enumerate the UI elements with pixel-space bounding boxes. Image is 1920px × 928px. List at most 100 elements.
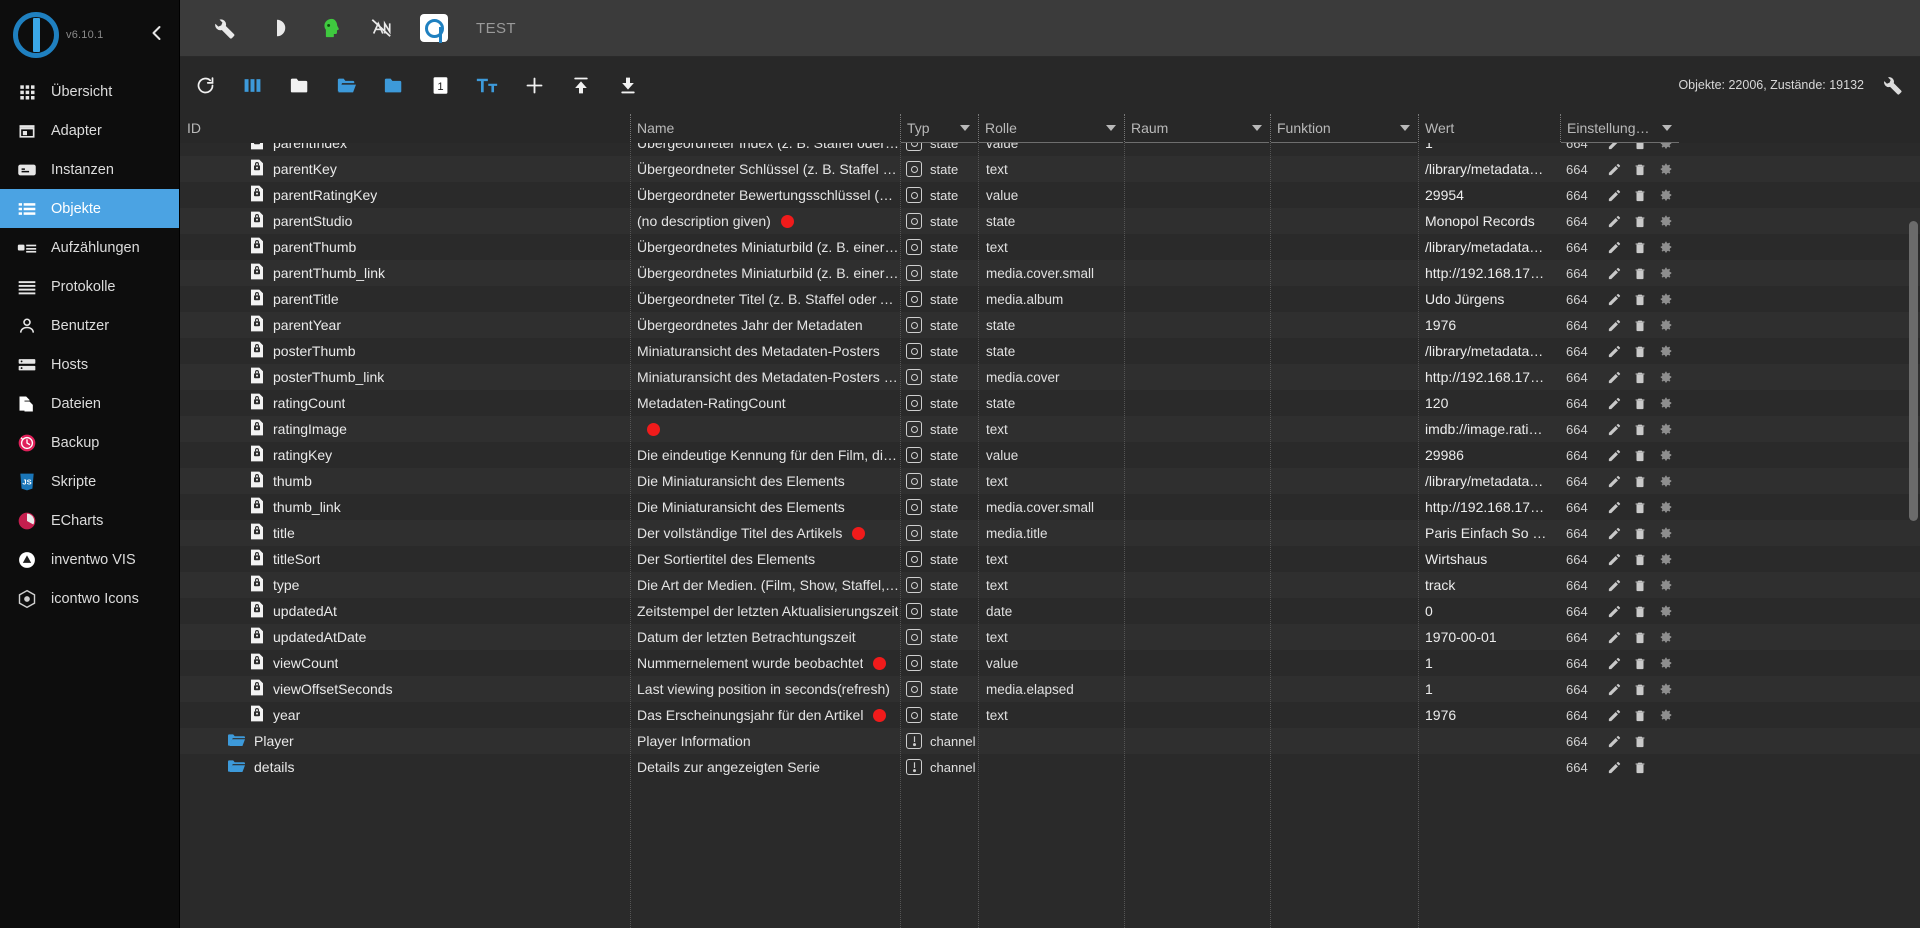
instance-logo-icon[interactable] bbox=[420, 14, 448, 43]
cell-name[interactable]: Übergeordneter Schlüssel (z. B. Staffel … bbox=[630, 156, 900, 182]
delete-trash-icon[interactable] bbox=[1633, 318, 1648, 333]
edit-pencil-icon[interactable] bbox=[1607, 143, 1622, 151]
cell-value[interactable]: Paris Einfach So N… bbox=[1418, 520, 1560, 546]
table-row[interactable]: parentKey Übergeordneter Schlüssel (z. B… bbox=[180, 156, 1920, 182]
cell-id[interactable]: details bbox=[180, 754, 630, 780]
delete-trash-icon[interactable] bbox=[1633, 422, 1648, 437]
edit-pencil-icon[interactable] bbox=[1607, 760, 1622, 775]
cell-value[interactable] bbox=[1418, 728, 1560, 754]
edit-pencil-icon[interactable] bbox=[1607, 474, 1622, 489]
table-row[interactable]: parentTitle Übergeordneter Titel (z. B. … bbox=[180, 286, 1920, 312]
table-row[interactable]: parentThumb Übergeordnetes Miniaturbild … bbox=[180, 234, 1920, 260]
settings-wrench-icon[interactable] bbox=[1880, 72, 1906, 98]
table-row[interactable]: updatedAtDate Datum der letzten Betracht… bbox=[180, 624, 1920, 650]
cell-value[interactable]: 1970-00-01 bbox=[1418, 624, 1560, 650]
settings-gear-icon[interactable] bbox=[1659, 240, 1674, 255]
table-row[interactable]: type Die Art der Medien. (Film, Show, St… bbox=[180, 572, 1920, 598]
cell-name[interactable]: Player Information bbox=[630, 728, 900, 754]
settings-gear-icon[interactable] bbox=[1659, 682, 1674, 697]
table-row[interactable]: ratingImage state text imdb://image.rati… bbox=[180, 416, 1920, 442]
table-row[interactable]: viewCount Nummernelement wurde beobachte… bbox=[180, 650, 1920, 676]
cell-value[interactable]: /library/metadata… bbox=[1418, 468, 1560, 494]
delete-trash-icon[interactable] bbox=[1633, 630, 1648, 645]
settings-gear-icon[interactable] bbox=[1659, 526, 1674, 541]
cell-id[interactable]: year bbox=[180, 702, 630, 728]
cell-name[interactable]: Metadaten-RatingCount bbox=[630, 390, 900, 416]
settings-gear-icon[interactable] bbox=[1659, 266, 1674, 281]
cell-id[interactable]: ratingImage bbox=[180, 416, 630, 442]
cell-id[interactable]: titleSort bbox=[180, 546, 630, 572]
table-row[interactable]: thumb_link Die Miniaturansicht des Eleme… bbox=[180, 494, 1920, 520]
cell-id[interactable]: viewOffsetSeconds bbox=[180, 676, 630, 702]
cell-name[interactable]: Zeitstempel der letzten Aktualisierungsz… bbox=[630, 598, 900, 624]
cell-name[interactable]: Übergeordnetes Jahr der Metadaten bbox=[630, 312, 900, 338]
settings-gear-icon[interactable] bbox=[1659, 162, 1674, 177]
table-row[interactable]: details Details zur angezeigten Serie ch… bbox=[180, 754, 1920, 780]
delete-trash-icon[interactable] bbox=[1633, 448, 1648, 463]
edit-pencil-icon[interactable] bbox=[1607, 630, 1622, 645]
text-size-icon[interactable] bbox=[474, 72, 500, 98]
edit-pencil-icon[interactable] bbox=[1607, 292, 1622, 307]
cell-name[interactable]: Der vollständige Titel des Artikels bbox=[630, 520, 900, 546]
edit-pencil-icon[interactable] bbox=[1607, 578, 1622, 593]
settings-gear-icon[interactable] bbox=[1659, 448, 1674, 463]
edit-pencil-icon[interactable] bbox=[1607, 500, 1622, 515]
edit-pencil-icon[interactable] bbox=[1607, 396, 1622, 411]
sidebar-item-instanzen[interactable]: Instanzen bbox=[0, 150, 179, 189]
edit-pencil-icon[interactable] bbox=[1607, 162, 1622, 177]
import-icon[interactable] bbox=[568, 72, 594, 98]
delete-trash-icon[interactable] bbox=[1633, 604, 1648, 619]
brightness-icon[interactable] bbox=[264, 15, 290, 41]
delete-trash-icon[interactable] bbox=[1633, 526, 1648, 541]
cell-value[interactable]: Wirtshaus bbox=[1418, 546, 1560, 572]
sidebar-collapse-button[interactable] bbox=[150, 25, 163, 45]
cell-value[interactable]: 29954 bbox=[1418, 182, 1560, 208]
column-header-set[interactable]: Einstellung… bbox=[1560, 113, 1680, 143]
edit-pencil-icon[interactable] bbox=[1607, 266, 1622, 281]
delete-trash-icon[interactable] bbox=[1633, 162, 1648, 177]
sidebar-item-bersicht[interactable]: Übersicht bbox=[0, 72, 179, 111]
cell-value[interactable]: 1 bbox=[1418, 676, 1560, 702]
settings-gear-icon[interactable] bbox=[1659, 188, 1674, 203]
cell-value[interactable]: 1 bbox=[1418, 650, 1560, 676]
cell-id[interactable]: posterThumb bbox=[180, 338, 630, 364]
cell-value[interactable]: 1976 bbox=[1418, 312, 1560, 338]
cell-id[interactable]: parentRatingKey bbox=[180, 182, 630, 208]
cell-name[interactable]: Details zur angezeigten Serie bbox=[630, 754, 900, 780]
table-row[interactable]: parentYear Übergeordnetes Jahr der Metad… bbox=[180, 312, 1920, 338]
table-row[interactable]: parentStudio (no description given) stat… bbox=[180, 208, 1920, 234]
delete-trash-icon[interactable] bbox=[1633, 474, 1648, 489]
cell-name[interactable]: Die Miniaturansicht des Elements bbox=[630, 468, 900, 494]
expand-folder-icon[interactable] bbox=[333, 72, 359, 98]
delete-trash-icon[interactable] bbox=[1633, 188, 1648, 203]
cell-name[interactable] bbox=[630, 416, 900, 442]
cell-value[interactable]: track bbox=[1418, 572, 1560, 598]
cell-name[interactable]: Die eindeutige Kennung für den Film, die… bbox=[630, 442, 900, 468]
chevron-down-icon[interactable] bbox=[960, 125, 970, 131]
column-header-func[interactable]: Funktion bbox=[1270, 113, 1418, 143]
table-row[interactable]: thumb Die Miniaturansicht des Elements s… bbox=[180, 468, 1920, 494]
cell-id[interactable]: parentThumb_link bbox=[180, 260, 630, 286]
export-icon[interactable] bbox=[615, 72, 641, 98]
delete-trash-icon[interactable] bbox=[1633, 344, 1648, 359]
edit-pencil-icon[interactable] bbox=[1607, 448, 1622, 463]
edit-pencil-icon[interactable] bbox=[1607, 344, 1622, 359]
settings-gear-icon[interactable] bbox=[1659, 370, 1674, 385]
cell-value[interactable]: 29986 bbox=[1418, 442, 1560, 468]
cell-name[interactable]: Der Sortiertitel des Elements bbox=[630, 546, 900, 572]
cell-id[interactable]: parentYear bbox=[180, 312, 630, 338]
cell-id[interactable]: Player bbox=[180, 728, 630, 754]
cell-value[interactable]: Monopol Records bbox=[1418, 208, 1560, 234]
cell-name[interactable]: Datum der letzten Betrachtungszeit bbox=[630, 624, 900, 650]
cell-name[interactable]: Miniaturansicht des Metadaten-Posters bbox=[630, 338, 900, 364]
cell-id[interactable]: parentThumb bbox=[180, 234, 630, 260]
delete-trash-icon[interactable] bbox=[1633, 552, 1648, 567]
settings-gear-icon[interactable] bbox=[1659, 396, 1674, 411]
edit-pencil-icon[interactable] bbox=[1607, 656, 1622, 671]
settings-gear-icon[interactable] bbox=[1659, 344, 1674, 359]
column-header-name[interactable]: Name bbox=[630, 113, 900, 143]
cell-id[interactable]: parentStudio bbox=[180, 208, 630, 234]
delete-trash-icon[interactable] bbox=[1633, 143, 1648, 151]
delete-trash-icon[interactable] bbox=[1633, 760, 1648, 775]
cell-id[interactable]: thumb bbox=[180, 468, 630, 494]
